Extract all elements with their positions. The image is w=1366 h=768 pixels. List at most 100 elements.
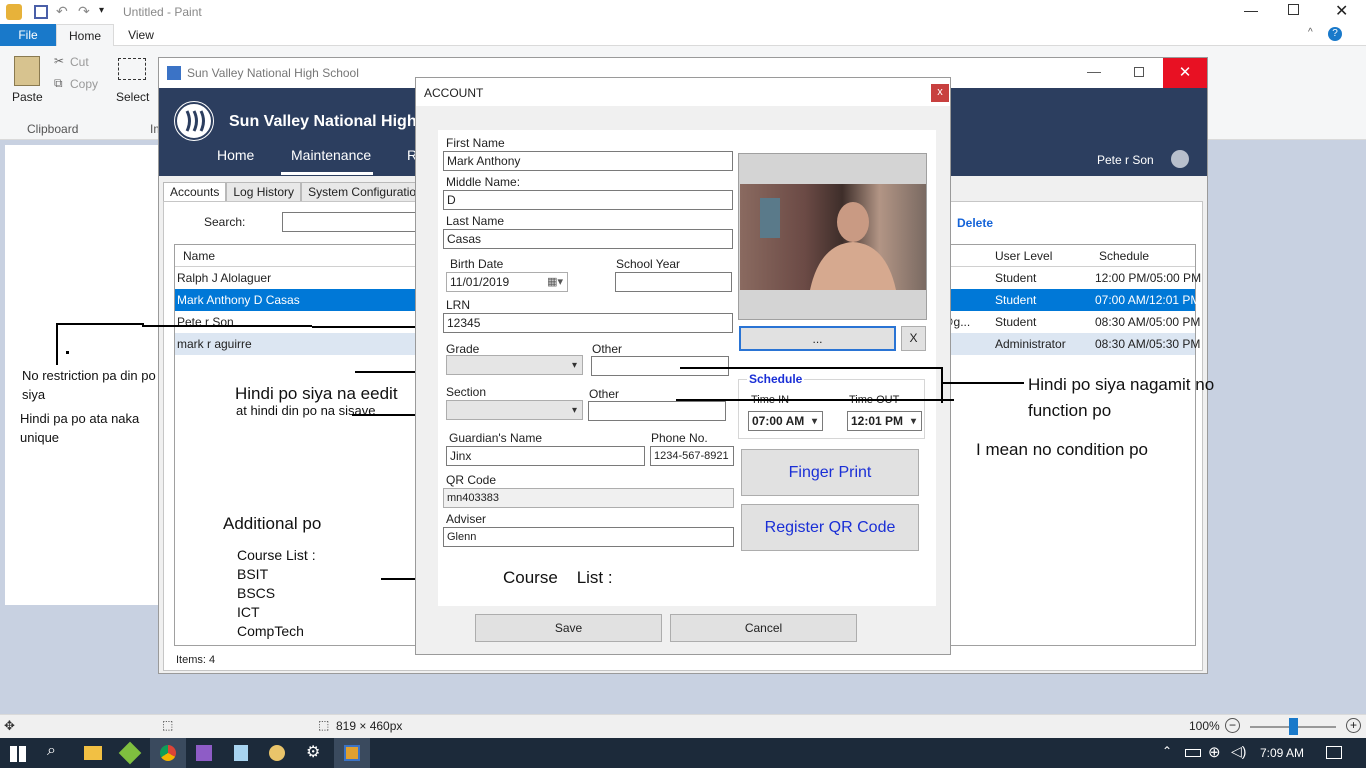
school-year-label: School Year	[616, 257, 681, 271]
lrn-field[interactable]: 12345	[443, 313, 733, 333]
cancel-button[interactable]: Cancel	[670, 614, 857, 642]
course-item: CompTech	[237, 623, 304, 639]
note-not-used: Hindi po siya nagamit no function po	[1028, 375, 1215, 420]
middle-name-label: Middle Name:	[446, 175, 521, 189]
ribbon-collapse-icon[interactable]: ^	[1308, 27, 1313, 38]
paint-statusbar: ✥ ⬚ ⬚ 819 × 460px 100% − +	[0, 714, 1366, 738]
adviser-field[interactable]: Glenn	[443, 527, 734, 547]
school-logo	[171, 98, 217, 144]
last-name-label: Last Name	[446, 214, 505, 228]
time-out-picker[interactable]: 12:01 PM ▾	[847, 411, 922, 431]
column-name[interactable]: Name	[183, 249, 215, 263]
first-name-field[interactable]: Mark Anthony	[443, 151, 733, 171]
dialog-close-button[interactable]: x	[931, 84, 949, 102]
notifications-icon[interactable]	[1326, 746, 1342, 759]
paste-icon[interactable]	[14, 56, 40, 86]
schedule-group: Schedule Time IN 07:00 AM▾ Time OUT 12:0…	[738, 372, 925, 439]
nav-maintenance-underline	[281, 172, 373, 175]
chrome-icon[interactable]	[150, 738, 186, 768]
start-icon[interactable]	[10, 746, 26, 762]
tab-accounts[interactable]: Accounts	[163, 182, 227, 202]
tab-system-configuration[interactable]: System Configuration	[301, 182, 430, 202]
chevron-down-icon: ▾	[571, 405, 577, 416]
schedule-label: Schedule	[747, 372, 805, 386]
redo-icon[interactable]: ↷	[78, 3, 90, 20]
settings-icon[interactable]: ⚙	[306, 742, 320, 762]
zoom-slider-thumb[interactable]	[1289, 718, 1298, 735]
copy-button[interactable]: Copy	[70, 77, 98, 91]
save-button[interactable]: Save	[475, 614, 662, 642]
file-explorer-icon[interactable]	[84, 746, 102, 760]
course-item: ICT	[237, 604, 260, 620]
search-input[interactable]	[282, 212, 422, 232]
qr-code-label: QR Code	[446, 473, 497, 487]
school-year-field[interactable]	[615, 272, 732, 292]
restore-icon[interactable]	[1288, 4, 1299, 15]
first-name-label: First Name	[446, 136, 505, 150]
zoom-out-icon[interactable]: −	[1225, 718, 1240, 733]
middle-name-field[interactable]: D	[443, 190, 733, 210]
section-select[interactable]: ▾	[446, 400, 583, 420]
tab-view[interactable]: View	[116, 24, 166, 46]
cut-icon[interactable]: ✂	[54, 54, 64, 68]
visual-studio-icon[interactable]	[196, 745, 212, 761]
app-maximize-icon[interactable]	[1134, 67, 1144, 77]
user-level-cell: Student	[995, 315, 1037, 329]
paste-button[interactable]: Paste	[12, 90, 43, 104]
dialog-title: ACCOUNT	[424, 86, 484, 100]
minimize-icon[interactable]: —	[1244, 2, 1258, 18]
notepad-icon[interactable]	[234, 745, 248, 761]
dialog-titlebar: ACCOUNT x	[416, 78, 950, 106]
search-icon[interactable]: ⌕	[47, 742, 56, 760]
last-name-field[interactable]: Casas	[443, 229, 733, 249]
calendar-icon[interactable]: ▦▾	[547, 275, 563, 289]
close-icon[interactable]: ✕	[1335, 1, 1348, 21]
note-not-saved: at hindi din po na sisave	[236, 403, 376, 418]
app-minimize-icon[interactable]: —	[1087, 63, 1101, 79]
app-close-icon[interactable]: ✕	[1163, 58, 1207, 88]
register-qr-button[interactable]: Register QR Code	[741, 504, 919, 551]
app-green-icon[interactable]	[118, 741, 142, 765]
section-other-field[interactable]	[588, 401, 726, 421]
clear-photo-button[interactable]: X	[901, 326, 926, 351]
user-avatar-icon[interactable]	[1171, 150, 1189, 168]
tab-log-history[interactable]: Log History	[226, 182, 302, 202]
running-app-icon[interactable]	[334, 738, 370, 768]
tab-home[interactable]: Home	[56, 24, 114, 46]
column-user-level[interactable]: User Level	[995, 249, 1052, 263]
paint-taskbar-icon[interactable]	[269, 745, 285, 761]
zoom-in-icon[interactable]: +	[1346, 718, 1361, 733]
guardian-field[interactable]: Jinx	[446, 446, 645, 466]
chevron-up-icon[interactable]: ⌃	[1162, 744, 1172, 758]
schedule-cell: 08:30 AM/05:30 PM	[1095, 337, 1201, 351]
delete-button[interactable]: Delete	[957, 216, 993, 230]
tab-file[interactable]: File	[0, 24, 56, 46]
save-icon[interactable]	[34, 5, 48, 19]
select-button[interactable]: Select	[116, 90, 149, 104]
volume-icon[interactable]: ◁)	[1231, 743, 1246, 760]
nav-home[interactable]: Home	[217, 147, 254, 163]
cut-button[interactable]: Cut	[70, 55, 89, 69]
clock[interactable]: 7:09 AM	[1260, 746, 1304, 760]
phone-field[interactable]: 1234-567-8921	[650, 446, 734, 466]
help-icon[interactable]: ?	[1328, 27, 1342, 41]
undo-icon[interactable]: ↶	[56, 3, 68, 20]
birth-date-picker[interactable]: 11/01/2019 ▦▾	[446, 272, 568, 292]
grade-other-field[interactable]	[591, 356, 729, 376]
current-user[interactable]: Pete r Son	[1097, 153, 1154, 167]
network-icon[interactable]: ⊕	[1208, 743, 1221, 761]
browse-photo-button[interactable]: ...	[739, 326, 896, 351]
column-schedule[interactable]: Schedule	[1099, 249, 1149, 263]
section-other-label: Other	[589, 387, 620, 401]
battery-icon[interactable]	[1185, 749, 1201, 757]
time-in-picker[interactable]: 07:00 AM ▾	[748, 411, 823, 431]
finger-print-button[interactable]: Finger Print	[741, 449, 919, 496]
time-in-value: 07:00 AM	[752, 414, 805, 428]
ink-line	[941, 367, 943, 403]
copy-icon[interactable]: ⧉	[54, 76, 63, 91]
qat-dropdown-icon[interactable]: ▾	[99, 5, 104, 16]
ink-line	[680, 367, 942, 369]
select-icon[interactable]	[118, 58, 146, 80]
grade-select[interactable]: ▾	[446, 355, 583, 375]
nav-maintenance[interactable]: Maintenance	[291, 147, 371, 163]
